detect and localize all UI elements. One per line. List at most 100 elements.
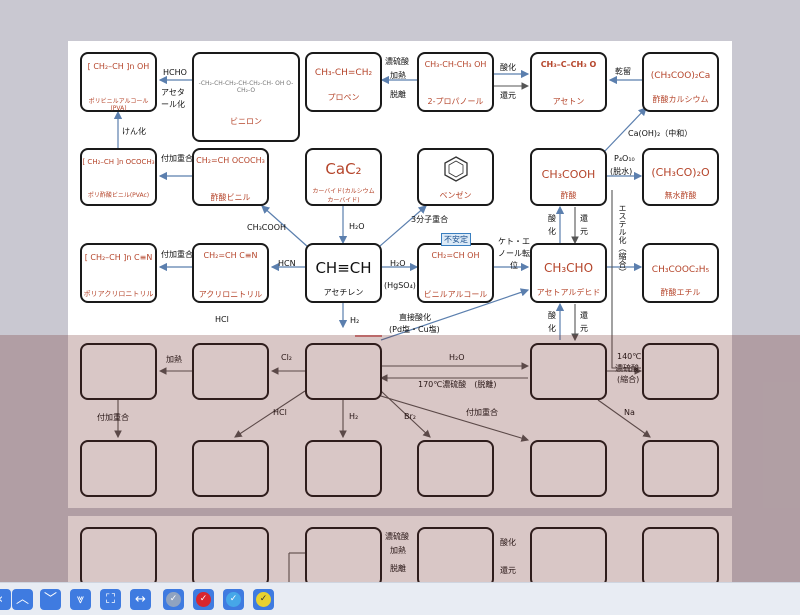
- reagent-label: HCl: [273, 408, 287, 417]
- node-formula: CH₃-CH-CH₃ OH: [424, 60, 487, 69]
- reagent-label: H₂: [350, 316, 360, 325]
- blank-node[interactable]: [642, 343, 719, 400]
- fit-width-icon[interactable]: ↔: [130, 589, 151, 610]
- node-propanol[interactable]: CH₃-CH-CH₃ OH 2-プロパノール: [417, 52, 494, 112]
- check-icon: ✓: [196, 592, 211, 607]
- node-acetylene[interactable]: CH≡CH アセチレン: [305, 243, 382, 303]
- node-name: アクリロニトリル: [198, 290, 263, 299]
- node-acetic-acid[interactable]: CH₃COOH 酢酸: [530, 148, 607, 206]
- node-pan[interactable]: [ CH₂–CH ]n C≡N ポリアクリロニトリル: [80, 243, 157, 303]
- blank-node[interactable]: [192, 440, 269, 497]
- reagent-label: CH₃COOH: [247, 223, 287, 232]
- double-chevron-down-icon[interactable]: ⩔: [70, 589, 91, 610]
- chevron-down-icon[interactable]: ﹀: [40, 589, 61, 610]
- node-name: アセトアルデヒド: [536, 288, 601, 297]
- node-acetic-anhydride[interactable]: (CH₃CO)₂O 無水酢酸: [642, 148, 719, 206]
- node-name: ポリビニルアルコール(PVA): [88, 98, 149, 112]
- blank-node[interactable]: [530, 440, 607, 497]
- reaction-label: 酸化: [548, 311, 556, 333]
- node-formula: CH₃COOC₂H₅: [651, 265, 710, 275]
- blank-node[interactable]: [417, 440, 494, 497]
- reagent-label: 濃硫酸: [615, 364, 639, 373]
- reagent-label: H₂O: [449, 353, 465, 362]
- node-benzene[interactable]: ベンゼン: [417, 148, 494, 206]
- benzene-ring-icon: [444, 156, 468, 182]
- blank-node[interactable]: [192, 527, 269, 587]
- reaction-label: 酸化: [548, 214, 556, 236]
- unstable-badge: 不安定: [441, 233, 471, 246]
- reaction-label: 脱離: [390, 564, 406, 573]
- check-icon: ✓: [166, 592, 181, 607]
- node-pva[interactable]: [ CH₂–CH ]n OH ポリビニルアルコール(PVA): [80, 52, 157, 112]
- check-red-button[interactable]: ✓: [193, 589, 214, 610]
- blank-node[interactable]: [80, 343, 157, 400]
- node-name: アセトン: [552, 97, 585, 106]
- reaction-label: けん化: [122, 127, 146, 136]
- blank-node[interactable]: [642, 527, 719, 587]
- node-formula: [ CH₂–CH ]n C≡N: [84, 253, 153, 262]
- node-name: プロペン: [327, 93, 360, 102]
- reaction-label: 脱離: [390, 90, 406, 99]
- blank-node[interactable]: [80, 440, 157, 497]
- reaction-label: 付加重合: [161, 154, 193, 163]
- condition-label: (脱水): [610, 167, 633, 176]
- node-propene[interactable]: CH₃-CH=CH₂ プロペン: [305, 52, 382, 112]
- catalyst-label: (Pd塩・Cu塩): [389, 325, 440, 334]
- node-formula: [ CH₂–CH ]n OH: [87, 62, 150, 71]
- node-vinyl-acetate[interactable]: CH₂=CH OCOCH₃ 酢酸ビニル: [192, 148, 269, 206]
- node-acrylonitrile[interactable]: CH₂=CH C≡N アクリロニトリル: [192, 243, 269, 303]
- check-gray-button[interactable]: ✓: [163, 589, 184, 610]
- node-formula: CaC₂: [325, 160, 362, 178]
- reagent-label: Ca(OH)₂（中和）: [628, 129, 693, 138]
- node-formula: CH₂=CH C≡N: [203, 251, 258, 260]
- node-carbide[interactable]: CaC₂ カーバイド(カルシウムカーバイド): [305, 148, 382, 206]
- node-name: 無水酢酸: [664, 191, 697, 200]
- blank-node[interactable]: [642, 440, 719, 497]
- chevron-up-icon[interactable]: ︿: [12, 589, 33, 610]
- reagent-label: HCHO: [163, 68, 187, 77]
- reagent-label: H₂: [349, 412, 359, 421]
- node-name: ビニロン: [230, 117, 262, 126]
- blank-node[interactable]: [530, 343, 607, 400]
- check-blue-button[interactable]: ✓: [223, 589, 244, 610]
- node-pvac[interactable]: [ CH₂–CH ]n OCOCH₃ ポリ酢酸ビニル(PVAc): [80, 148, 157, 206]
- reaction-label: 付加重合: [466, 408, 498, 417]
- node-formula: (CH₃COO)₂Ca: [650, 71, 711, 81]
- reaction-label: 乾留: [615, 67, 631, 76]
- node-name: 酢酸: [560, 191, 577, 200]
- node-name: ポリ酢酸ビニル(PVAc): [87, 192, 150, 199]
- reagent-label: 濃硫酸: [385, 532, 409, 541]
- reagent-label: Br₂: [404, 412, 416, 421]
- blank-node[interactable]: [417, 527, 494, 587]
- chevron-up-icon[interactable]: ‹: [0, 589, 11, 610]
- reaction-label: アセタール化: [161, 88, 185, 109]
- reaction-label: 酸化: [500, 63, 516, 72]
- node-vinyl-alcohol[interactable]: CH₂=CH OH ビニルアルコール: [417, 243, 494, 303]
- blank-node[interactable]: [305, 343, 382, 400]
- node-formula: CH₃COOH: [541, 168, 596, 181]
- bottom-toolbar: ‹ ︿ ﹀ ⩔ ⛶ ↔ ✓ ✓ ✓ ✓: [0, 582, 800, 615]
- node-name: 酢酸ビニル: [210, 193, 251, 202]
- node-name: カーバイド(カルシウムカーバイド): [312, 188, 375, 204]
- node-ethyl-acetate[interactable]: CH₃COOC₂H₅ 酢酸エチル: [642, 243, 719, 303]
- node-name: 酢酸カルシウム: [652, 95, 709, 104]
- reagent-label: H₂O: [390, 259, 406, 268]
- blank-node[interactable]: [305, 440, 382, 497]
- reagent-label: HCN: [278, 259, 296, 268]
- blank-node[interactable]: [80, 527, 157, 587]
- node-name: 酢酸エチル: [660, 288, 701, 297]
- reagent-label: H₂O: [349, 222, 365, 231]
- node-calcium-acetate[interactable]: (CH₃COO)₂Ca 酢酸カルシウム: [642, 52, 719, 112]
- blank-node[interactable]: [530, 527, 607, 587]
- condition-label: 加熱: [166, 355, 182, 364]
- check-yellow-button[interactable]: ✓: [253, 589, 274, 610]
- node-acetone[interactable]: CH₃–C–CH₃ O アセトン: [530, 52, 607, 112]
- blank-node[interactable]: [192, 343, 269, 400]
- blank-node[interactable]: [305, 527, 382, 587]
- reaction-label: エステル化（縮合）: [618, 204, 627, 276]
- node-acetaldehyde[interactable]: CH₃CHO アセトアルデヒド: [530, 243, 607, 303]
- node-vinylon[interactable]: -CH₂-CH-CH₂-CH-CH₂-CH- OH O-CH₂-O ビニロン: [192, 52, 300, 142]
- fit-screen-icon[interactable]: ⛶: [100, 589, 121, 610]
- node-name: ベンゼン: [439, 191, 472, 200]
- node-formula: (CH₃CO)₂O: [651, 166, 710, 179]
